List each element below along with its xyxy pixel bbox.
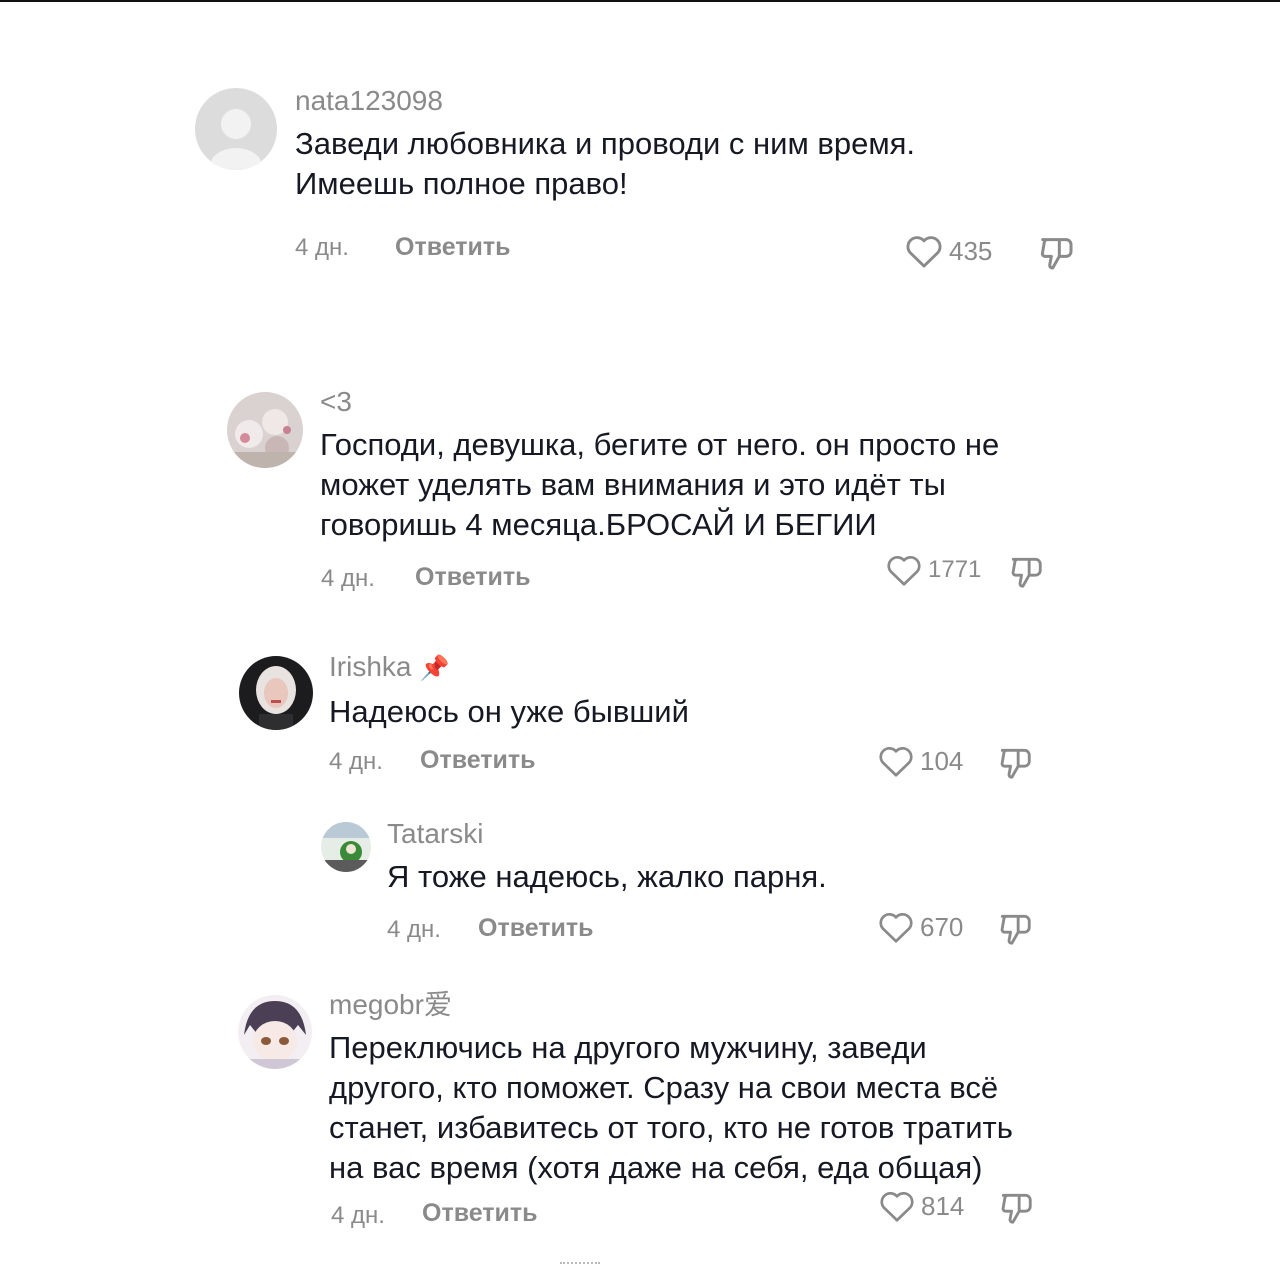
dislike-button[interactable] (1007, 553, 1045, 591)
top-border (0, 0, 1280, 2)
comment-time: 4 дн. (387, 916, 441, 943)
thumbs-down-icon (1001, 1193, 1032, 1224)
heart-outline-icon (879, 747, 913, 777)
dislike-button[interactable] (996, 744, 1034, 782)
comment-text-line: другого, кто поможет. Сразу на свои мест… (329, 1070, 999, 1105)
username[interactable]: megobr爱 (329, 988, 1013, 1022)
comment-time: 4 дн. (321, 565, 375, 592)
heart-outline-icon (887, 556, 921, 586)
comment-text-line: Имеешь полное право! (295, 166, 628, 201)
comment-time: 4 дн. (295, 234, 349, 261)
photo-avatar-icon (227, 392, 303, 468)
comment-text-line: Господи, девушка, бегите от него. он про… (320, 427, 1000, 462)
like-count: 104 (920, 745, 964, 776)
avatar[interactable] (238, 995, 312, 1069)
reply-button[interactable]: Ответить (415, 563, 531, 592)
like-button[interactable]: 814 (879, 1189, 964, 1223)
comment-text-line: Переключись на другого мужчину, заведи (329, 1030, 927, 1065)
comment-text: Переключись на другого мужчину, заведи д… (329, 1028, 1013, 1188)
thumbs-down-icon (1040, 238, 1073, 270)
reply-button[interactable]: Ответить (478, 914, 594, 943)
like-count: 435 (949, 235, 993, 266)
avatar[interactable] (239, 656, 313, 730)
avatar[interactable] (227, 392, 303, 468)
more-replies-hint[interactable] (560, 1262, 600, 1270)
heart-outline-icon (906, 236, 942, 268)
comment-text: Заведи любовника и проводи с ним время. … (295, 124, 915, 204)
pushpin-icon: 📌 (419, 655, 450, 682)
username[interactable]: Irishka 📌 (329, 650, 689, 686)
thumbs-down-icon (1000, 748, 1031, 779)
like-button[interactable]: 104 (878, 744, 963, 778)
thumbs-down-icon (1000, 914, 1031, 945)
photo-avatar-icon (321, 822, 371, 872)
default-avatar-icon (195, 88, 277, 170)
like-count: 814 (921, 1190, 965, 1221)
comment-text-line: Заведи любовника и проводи с ним время. (295, 126, 916, 161)
comment-time: 4 дн. (329, 748, 383, 775)
username[interactable]: Tatarski (387, 817, 827, 851)
photo-avatar-icon (239, 656, 313, 730)
dislike-button[interactable] (996, 910, 1034, 948)
username-text: Irishka (329, 651, 412, 682)
anime-avatar-icon (238, 995, 312, 1069)
comment-text: Надеюсь он уже бывший (329, 692, 689, 732)
username[interactable]: nata123098 (295, 84, 915, 118)
comment-time: 4 дн. (331, 1202, 385, 1229)
avatar[interactable] (321, 822, 371, 872)
reply-button[interactable]: Ответить (420, 746, 536, 775)
dislike-button[interactable] (997, 1189, 1035, 1227)
comment-text: Я тоже надеюсь, жалко парня. (387, 857, 827, 897)
username[interactable]: <3 (320, 385, 999, 419)
comment-text-line: на вас время (хотя даже на себя, еда общ… (329, 1150, 983, 1185)
reply-button[interactable]: Ответить (422, 1199, 538, 1228)
reply-button[interactable]: Ответить (395, 233, 511, 262)
like-button[interactable]: 435 (905, 233, 992, 269)
comment-text-line: Надеюсь он уже бывший (329, 694, 689, 729)
comment-text-line: может уделять вам внимания и это идёт ты (320, 467, 946, 502)
thumbs-down-icon (1011, 557, 1042, 588)
comment-text-line: станет, избавитесь от того, кто не готов… (329, 1110, 1013, 1145)
like-count: 670 (920, 911, 964, 942)
heart-outline-icon (880, 1192, 914, 1222)
dislike-button[interactable] (1036, 233, 1076, 273)
like-button[interactable]: 1771 (886, 553, 981, 587)
comment-text-line: Я тоже надеюсь, жалко парня. (387, 859, 827, 894)
avatar[interactable] (195, 88, 277, 170)
like-button[interactable]: 670 (878, 910, 963, 944)
like-count: 1771 (928, 556, 982, 583)
heart-outline-icon (879, 913, 913, 943)
comment-text-line: говоришь 4 месяца.БРОСАЙ И БЕГИИ (320, 507, 877, 542)
comment-text: Господи, девушка, бегите от него. он про… (320, 425, 999, 545)
